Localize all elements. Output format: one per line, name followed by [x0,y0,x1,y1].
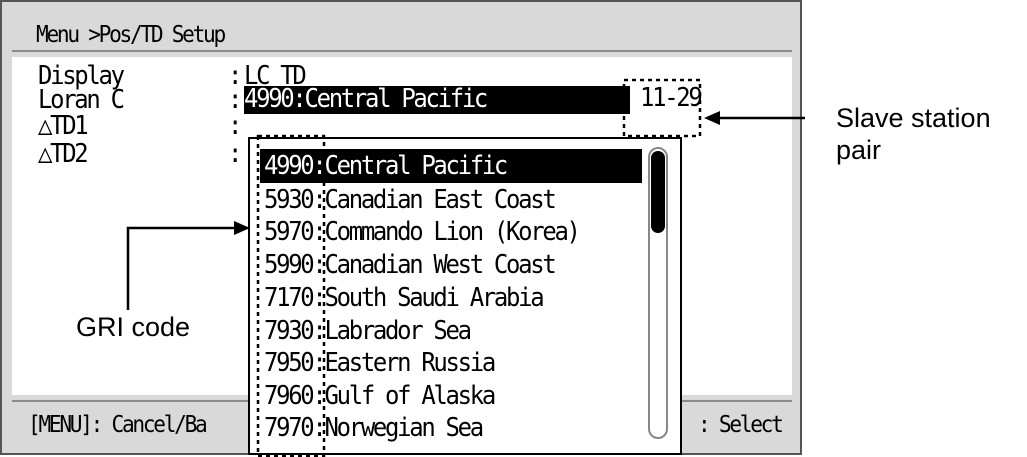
menu-title-bar: Menu >Pos/TD Setup [12,16,792,52]
dropdown-scrollbar[interactable] [648,147,668,439]
gri-code-callout: GRI code [76,312,191,342]
dropdown-option[interactable]: 7930:Labrador Sea [260,314,642,348]
td1-label: △TD1 [38,111,89,141]
loran-value: 4990:Central Pacific [244,84,488,114]
dropdown-option[interactable]: 7960:Gulf of Alaska [260,379,642,413]
dropdown-option[interactable]: 4990:Central Pacific [260,149,642,183]
dropdown-option[interactable]: 7970:Norwegian Sea [260,411,642,445]
dropdown-option[interactable]: 5930:Canadian East Coast [260,183,642,217]
dropdown-option[interactable]: 5990:Canadian West Coast [260,248,642,282]
dropdown-option[interactable]: 5970:Commando Lion (Korea) [260,215,642,249]
dropdown-option[interactable]: 7170:South Saudi Arabia [260,281,642,315]
dropdown-option-label: 5930:Canadian East Coast [264,185,557,215]
dropdown-option-label: 4990:Central Pacific [264,151,508,181]
menu-breadcrumb: Menu >Pos/TD Setup [36,22,226,48]
loran-value-field[interactable]: 4990:Central Pacific [244,84,630,114]
gri-chain-dropdown[interactable]: 4990:Central Pacific 5930:Canadian East … [248,137,682,455]
dropdown-option-label: 5990:Canadian West Coast [264,250,557,280]
dropdown-option-label: 7950:Eastern Russia [264,348,496,378]
slave-pair-value[interactable]: 11-29 [640,83,703,113]
td2-label: △TD2 [38,139,89,169]
td2-colon: : [228,139,242,169]
dropdown-option-label: 5970:Commando Lion (Korea) [264,217,581,247]
dropdown-option[interactable]: 7950:Eastern Russia [260,346,642,380]
slave-station-callout-line2: pair [836,135,882,165]
dropdown-option-label: 7970:Norwegian Sea [264,413,484,443]
slave-station-callout-line1: Slave station [836,103,991,133]
scrollbar-thumb[interactable] [651,151,665,233]
dropdown-option-label: 7960:Gulf of Alaska [264,381,496,411]
dropdown-option-label: 7930:Labrador Sea [264,316,472,346]
dropdown-option-label: 7170:South Saudi Arabia [264,283,545,313]
td1-colon: : [228,111,242,141]
footer-menu-hint: [MENU]: Cancel/Ba [28,412,208,438]
footer-select-hint: : Select [698,412,784,438]
